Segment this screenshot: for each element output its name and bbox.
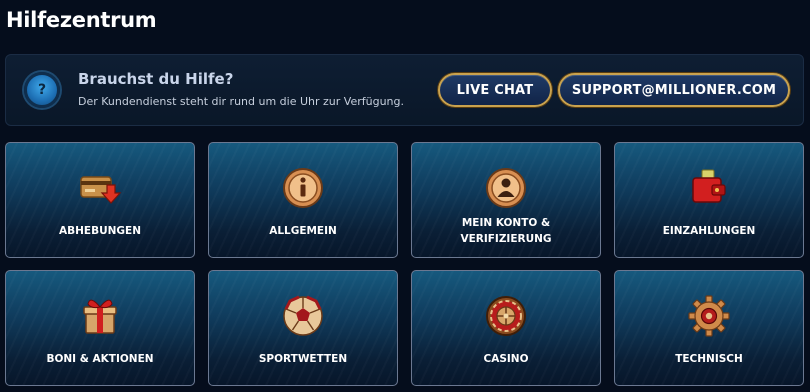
gift-icon (83, 299, 117, 334)
category-label: TECHNISCH (675, 353, 743, 365)
category-label: SPORTWETTEN (258, 353, 348, 365)
category-card-deposits[interactable]: EINZAHLUNGEN (614, 142, 804, 258)
help-banner: ? Brauchst du Hilfe? Der Kundendienst st… (5, 54, 804, 126)
category-card-casino[interactable]: CASINO (411, 270, 601, 386)
info-icon (283, 168, 323, 208)
category-card-account[interactable]: MEIN KONTO & VERIFIZIERUNG (411, 142, 601, 258)
support-email-button[interactable]: SUPPORT@MILLIONER.COM (558, 73, 790, 107)
category-card-general[interactable]: ALLGEMEIN (208, 142, 398, 258)
help-subtitle: Der Kundendienst steht dir rund um die U… (78, 95, 405, 108)
gear-icon (688, 295, 730, 337)
category-card-bonuses[interactable]: BONI & AKTIONEN (5, 270, 195, 386)
category-card-withdrawals[interactable]: ABHEBUNGEN (5, 142, 195, 258)
live-chat-button[interactable]: LIVE CHAT (438, 73, 552, 107)
category-label: MEIN KONTO & VERIFIZIERUNG (460, 217, 552, 245)
withdrawal-card-icon (80, 176, 122, 204)
wallet-icon (692, 169, 726, 203)
account-icon (486, 168, 526, 208)
category-label: ABHEBUNGEN (59, 225, 141, 237)
category-card-sports-betting[interactable]: SPORTWETTEN (208, 270, 398, 386)
roulette-icon (486, 296, 526, 336)
category-label: EINZAHLUNGEN (662, 225, 756, 237)
question-icon: ? (24, 72, 60, 108)
category-card-technical[interactable]: TECHNISCH (614, 270, 804, 386)
help-title: Brauchst du Hilfe? (78, 70, 234, 88)
soccer-ball-icon (283, 295, 323, 336)
page-title: Hilfezentrum (6, 8, 157, 32)
category-label: ALLGEMEIN (269, 225, 337, 237)
category-label: BONI & AKTIONEN (46, 353, 154, 365)
category-label: CASINO (483, 353, 529, 365)
